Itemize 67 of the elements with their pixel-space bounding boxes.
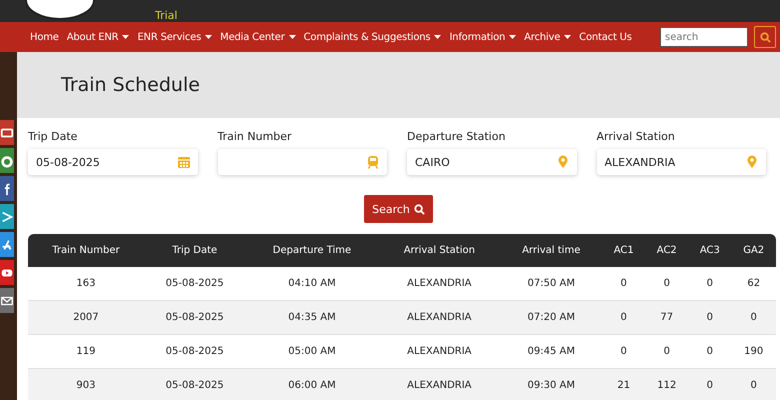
table-cell: 77	[645, 301, 688, 335]
column-header: Trip Date	[144, 234, 246, 267]
table-cell: 0	[688, 301, 732, 335]
table-cell: 05-08-2025	[144, 369, 246, 400]
social-link[interactable]	[0, 176, 14, 201]
column-header: Departure Time	[246, 234, 378, 267]
input-field[interactable]: 05-08-2025	[28, 149, 198, 175]
search-button[interactable]: Search	[364, 195, 433, 223]
table-cell: 09:30 AM	[500, 369, 602, 400]
location-pin-icon	[556, 155, 570, 169]
table-cell: 0	[602, 301, 646, 335]
search-field[interactable]: search	[660, 27, 748, 47]
caret-icon	[564, 35, 572, 39]
nav-link[interactable]: Media Center	[220, 32, 296, 42]
table-cell: 07:20 AM	[500, 301, 602, 335]
caret-icon	[122, 35, 130, 39]
caret-icon	[288, 35, 296, 39]
column-header: AC1	[602, 234, 646, 267]
nav-link[interactable]: Archive	[524, 32, 572, 42]
caret-icon	[434, 35, 442, 39]
column-header: AC3	[688, 234, 732, 267]
input-field[interactable]: ALEXANDRIA	[596, 149, 766, 175]
train-icon	[366, 155, 380, 169]
field-label: Train Number	[218, 130, 293, 143]
table-cell: ALEXANDRIA	[378, 301, 500, 335]
nav-link[interactable]: About ENR	[66, 32, 130, 42]
field-label: Arrival Station	[596, 130, 676, 143]
social-link[interactable]	[0, 204, 14, 229]
table-cell: 21	[602, 369, 646, 400]
nav-link[interactable]: ENR Services	[137, 32, 212, 42]
search-icon	[760, 32, 770, 42]
social-link[interactable]	[0, 260, 14, 285]
input-field[interactable]	[218, 149, 387, 175]
column-header: Arrival time	[500, 234, 602, 267]
field-label: Trip Date	[28, 130, 78, 143]
social-link[interactable]	[0, 288, 14, 313]
table-cell: 0	[731, 369, 776, 400]
table-cell: 0	[731, 301, 776, 335]
column-header: AC2	[645, 234, 688, 267]
column-header: Train Number	[28, 234, 144, 267]
page-title: Train Schedule	[61, 74, 200, 96]
table-cell: 04:35 AM	[246, 301, 378, 335]
table-cell: ALEXANDRIA	[378, 369, 500, 400]
nav-link[interactable]: Home	[30, 32, 59, 42]
table-cell: 2007	[28, 301, 144, 335]
caret-icon	[509, 35, 516, 39]
table-cell: 112	[645, 369, 688, 400]
column-header: Arrival Station	[378, 234, 500, 267]
search-button[interactable]	[754, 26, 776, 48]
table-cell: 903	[28, 369, 144, 400]
nav-link[interactable]: Information	[449, 32, 516, 42]
social-link[interactable]	[0, 232, 14, 257]
location-pin-icon	[745, 155, 759, 169]
caret-icon	[205, 35, 212, 39]
social-link[interactable]	[0, 120, 14, 145]
search-icon	[414, 204, 425, 214]
table-cell: 05-08-2025	[144, 301, 246, 335]
table-cell: 0	[688, 369, 732, 400]
social-link[interactable]	[0, 148, 14, 173]
calendar-icon	[176, 155, 190, 169]
nav-link[interactable]: Complaints & Suggestions	[304, 32, 442, 42]
field-label: Departure Station	[407, 130, 506, 143]
input-field[interactable]: CAIRO	[407, 149, 576, 175]
table-cell: 06:00 AM	[246, 369, 378, 400]
column-header: GA2	[731, 234, 776, 267]
tagline: Trial	[155, 10, 178, 22]
nav-link[interactable]: Contact Us	[579, 32, 632, 42]
